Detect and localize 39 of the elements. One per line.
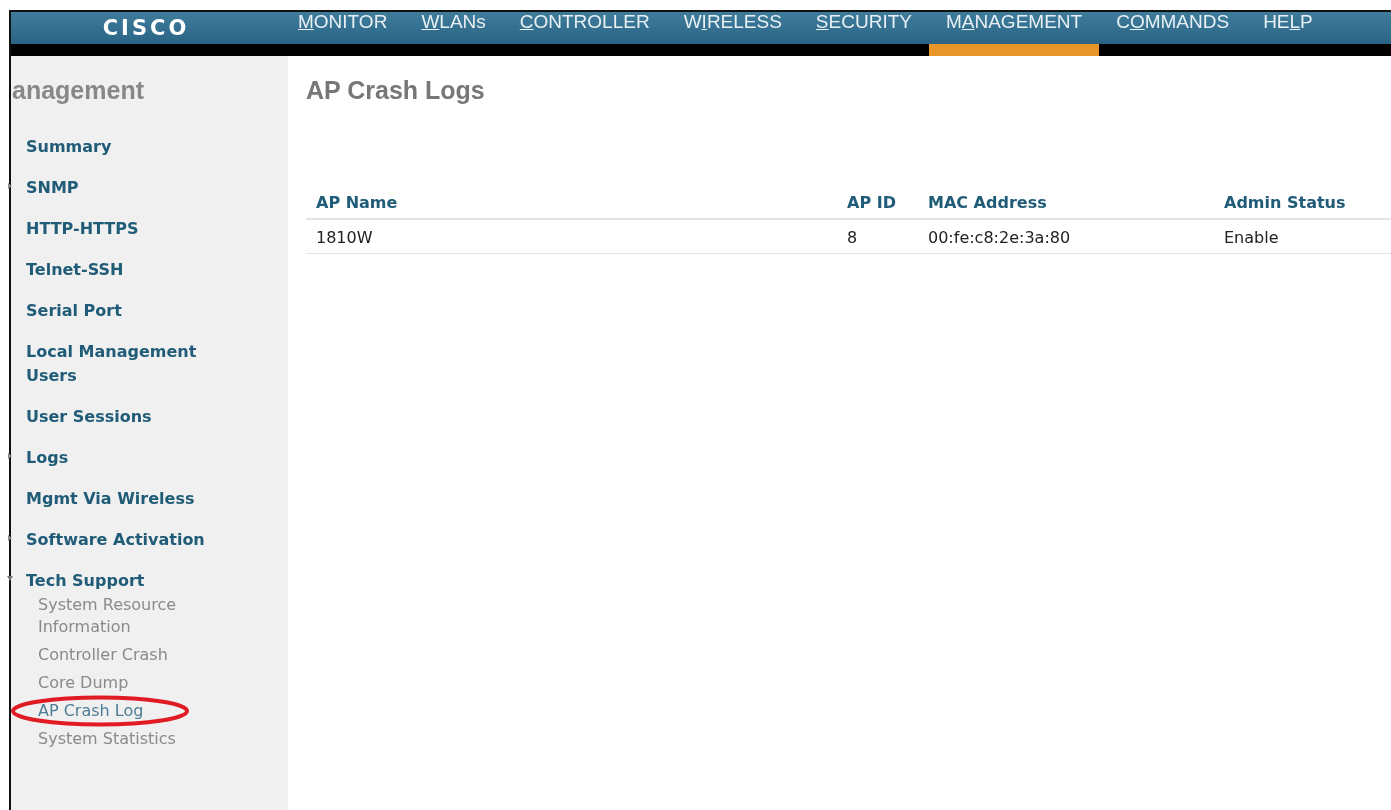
sidebar-title: anagement xyxy=(12,76,145,105)
nav-tab[interactable]: WLANs xyxy=(404,12,503,56)
sidebar-link[interactable]: Local Management Users xyxy=(26,340,241,388)
sidebar-sublink[interactable]: AP Crash Log xyxy=(38,700,218,722)
column-header: Admin Status xyxy=(1214,185,1391,220)
sidebar-link[interactable]: User Sessions xyxy=(26,405,241,429)
collapsed-arrow-icon[interactable] xyxy=(7,534,13,542)
table-cell: 1810W xyxy=(306,220,837,254)
logo: CISCO xyxy=(101,15,191,42)
nav-tab[interactable]: HELP xyxy=(1246,12,1330,56)
sidebar-sublink[interactable]: Core Dump xyxy=(38,672,218,694)
nav-tab[interactable]: MANAGEMENT xyxy=(928,12,1100,56)
collapsed-arrow-icon[interactable] xyxy=(7,182,13,190)
column-header: AP ID xyxy=(837,185,918,220)
sidebar-link[interactable]: Tech Support xyxy=(26,569,241,593)
sidebar-sublink[interactable]: Controller Crash xyxy=(38,644,218,666)
column-header: AP Name xyxy=(306,185,837,220)
sidebar-sublink[interactable]: System Statistics xyxy=(38,728,218,750)
table-cell: Enable xyxy=(1214,220,1391,254)
nav-tab[interactable]: WIRELESS xyxy=(666,12,799,56)
sidebar-link[interactable]: Logs xyxy=(26,446,241,470)
sidebar-link[interactable]: SNMP xyxy=(26,176,241,200)
page-title: AP Crash Logs xyxy=(306,76,486,105)
nav-tab[interactable]: CONTROLLER xyxy=(502,12,667,56)
table-cell: 8 xyxy=(837,220,918,254)
collapsed-arrow-icon[interactable] xyxy=(7,452,13,460)
sidebar-link[interactable]: HTTP-HTTPS xyxy=(26,217,241,241)
sidebar-link[interactable]: Software Activation xyxy=(26,528,241,552)
nav-tab[interactable]: MONITOR xyxy=(281,12,405,56)
sidebar-link[interactable]: Telnet-SSH xyxy=(26,258,241,282)
column-header: MAC Address xyxy=(918,185,1214,220)
nav-tab[interactable]: COMMANDS xyxy=(1099,12,1247,56)
sidebar-link[interactable]: Serial Port xyxy=(26,299,241,323)
sidebar-sublink[interactable]: System Resource Information xyxy=(38,594,218,638)
sidebar-link[interactable]: Mgmt Via Wireless xyxy=(26,487,241,511)
nav-tab[interactable]: SECURITY xyxy=(798,12,929,56)
sidebar-link[interactable]: Summary xyxy=(26,135,241,159)
expanded-arrow-icon[interactable] xyxy=(7,575,13,583)
table-cell: 00:fe:c8:2e:3a:80 xyxy=(918,220,1214,254)
